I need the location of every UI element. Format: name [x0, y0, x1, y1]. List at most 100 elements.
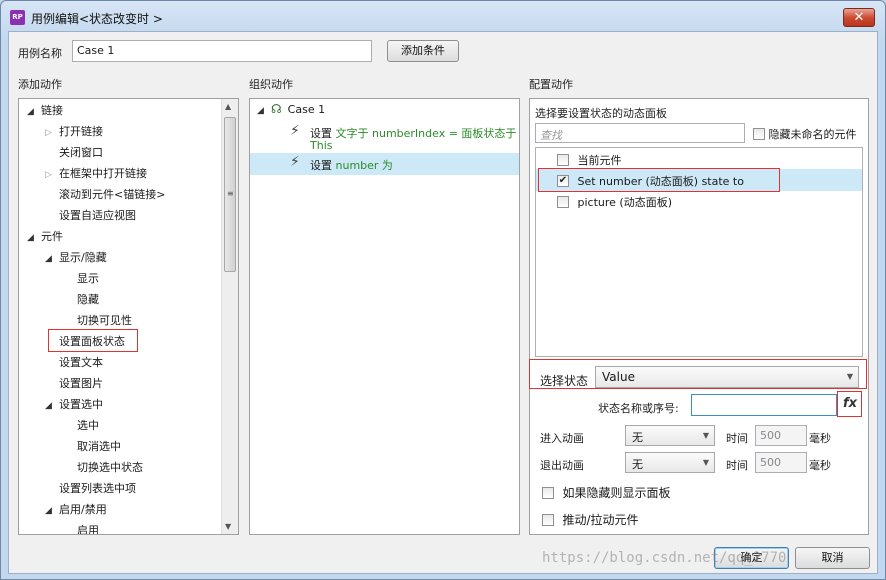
push-pull-option[interactable]: 推动/拉动元件: [542, 511, 639, 528]
case-name-input[interactable]: Case 1: [72, 40, 372, 62]
highlight-selected-widget: [538, 168, 780, 192]
chevron-down-icon: ▼: [702, 458, 709, 467]
action-row-selected[interactable]: ⚡ 设置 number 为: [250, 153, 519, 175]
tree-item[interactable]: ◢ 显示/隐藏: [45, 247, 107, 268]
case-icon: ☊: [271, 102, 282, 116]
tree-item-label: 切换选中状态: [77, 461, 143, 474]
tree-item-label: 设置自适应视图: [59, 209, 136, 222]
axure-app-icon: RP: [10, 10, 25, 25]
tree-item[interactable]: ◢ 设置选中: [45, 394, 103, 415]
show-if-hidden-label: 如果隐藏则显示面板: [562, 486, 671, 500]
tree-item[interactable]: 启用: [63, 520, 99, 535]
state-name-label: 状态名称或序号:: [598, 402, 679, 415]
panel-select-label: 选择要设置状态的动态面板: [535, 107, 667, 120]
search-input[interactable]: 查找: [535, 123, 745, 143]
tree-item[interactable]: 隐藏: [63, 289, 99, 310]
tree-item-label: 设置图片: [59, 377, 103, 390]
tree-item-label: 切换可见性: [77, 314, 132, 327]
tree-item-label: 在框架中打开链接: [59, 167, 147, 180]
tree-item[interactable]: 设置图片: [45, 373, 103, 394]
enter-anim-value: 无: [632, 431, 643, 444]
tree-item[interactable]: ◢ 启用/禁用: [45, 499, 107, 520]
exit-anim-value: 无: [632, 458, 643, 471]
expand-icon[interactable]: ▷: [45, 123, 59, 144]
exit-anim-dropdown[interactable]: 无 ▼: [625, 452, 715, 473]
organize-actions-panel: ◢ ☊ Case 1 ⚡ 设置 文字于 numberIndex = 面板状态于 Th…: [249, 98, 520, 535]
tree-item[interactable]: 滚动到元件<锚链接>: [45, 184, 165, 205]
tree-item-label: 元件: [41, 230, 63, 243]
enter-anim-dropdown[interactable]: 无 ▼: [625, 425, 715, 446]
widget-checkbox[interactable]: [557, 196, 569, 208]
tree-item-label: 启用/禁用: [59, 503, 107, 516]
tree-item[interactable]: ◢ 元件: [27, 226, 63, 247]
action-detail-line2: This: [310, 139, 333, 152]
tree-item[interactable]: 设置文本: [45, 352, 103, 373]
tree-item[interactable]: 设置列表选中项: [45, 478, 136, 499]
widget-item[interactable]: 当前元件: [557, 152, 622, 168]
tree-item[interactable]: 切换选中状态: [63, 457, 143, 478]
collapse-icon[interactable]: ◢: [45, 249, 59, 270]
collapse-icon[interactable]: ◢: [45, 396, 59, 417]
hide-unnamed-label: 隐藏未命名的元件: [768, 128, 857, 141]
action-detail: 文字于 numberIndex = 面板状态于: [335, 127, 517, 140]
organize-actions-heading: 组织动作: [249, 78, 293, 91]
config-actions-heading: 配置动作: [529, 78, 573, 91]
action-detail: number 为: [335, 159, 393, 172]
lightning-icon: ⚡: [290, 154, 300, 170]
case-row[interactable]: ◢ ☊ Case 1: [257, 99, 325, 120]
exit-anim-label: 退出动画: [540, 459, 584, 472]
tree-item-label: 启用: [77, 524, 99, 535]
scroll-up-icon[interactable]: ▲: [225, 102, 231, 111]
tree-item[interactable]: 设置自适应视图: [45, 205, 136, 226]
tree-scrollbar[interactable]: ▲ ≡ ▼: [221, 99, 238, 534]
widget-item[interactable]: picture (动态面板): [557, 194, 672, 210]
tree-item[interactable]: 取消选中: [63, 436, 121, 457]
widget-label: 当前元件: [577, 154, 622, 167]
state-name-input[interactable]: [691, 394, 837, 416]
tree-item-label: 设置文本: [59, 356, 103, 369]
collapse-icon[interactable]: ◢: [27, 228, 41, 249]
expand-icon[interactable]: ▷: [45, 165, 59, 186]
tree-item[interactable]: 显示: [63, 268, 99, 289]
tree-item[interactable]: ◢ 链接: [27, 100, 63, 121]
tree-item-label: 隐藏: [77, 293, 99, 306]
tree-item[interactable]: 选中: [63, 415, 99, 436]
tree-item-label: 关闭窗口: [59, 146, 103, 159]
exit-time-input[interactable]: 500: [755, 452, 807, 473]
add-actions-heading: 添加动作: [18, 78, 62, 91]
hide-unnamed-option[interactable]: 隐藏未命名的元件: [753, 126, 857, 142]
title-bar: RP 用例编辑<状态改变时 > ✕: [1, 1, 885, 33]
scroll-down-icon[interactable]: ▼: [225, 522, 231, 531]
tree-item[interactable]: ▷ 打开链接: [45, 121, 103, 142]
grip-icon: ≡: [227, 189, 234, 198]
tree-item-label: 设置选中: [59, 398, 103, 411]
watermark-text: https://blog.csdn.net/qq_2770: [542, 550, 787, 566]
collapse-icon[interactable]: ◢: [27, 102, 41, 123]
tree-item[interactable]: ▷ 在框架中打开链接: [45, 163, 147, 184]
show-if-hidden-option[interactable]: 如果隐藏则显示面板: [542, 484, 671, 501]
widget-label: picture (动态面板): [577, 196, 673, 209]
enter-time-input[interactable]: 500: [755, 425, 807, 446]
tree-item[interactable]: 关闭窗口: [45, 142, 103, 163]
tree-item-label: 选中: [77, 419, 99, 432]
push-pull-checkbox[interactable]: [542, 513, 554, 526]
tree-item[interactable]: 切换可见性: [63, 310, 132, 331]
cancel-button[interactable]: 取消: [795, 547, 870, 569]
enter-ms-label: 毫秒: [809, 432, 831, 445]
collapse-icon[interactable]: ◢: [45, 501, 59, 522]
close-button[interactable]: ✕: [843, 8, 875, 27]
hide-unnamed-checkbox[interactable]: [753, 128, 765, 140]
case-label: Case 1: [287, 103, 326, 116]
config-actions-panel: 选择要设置状态的动态面板 查找 隐藏未命名的元件 当前元件 ✔ Set numb…: [529, 98, 869, 535]
add-condition-button[interactable]: 添加条件: [387, 40, 459, 62]
dialog-window: RP 用例编辑<状态改变时 > ✕ 用例名称 Case 1 添加条件 添加动作 …: [0, 0, 886, 580]
exit-ms-label: 毫秒: [809, 459, 831, 472]
enter-anim-label: 进入动画: [540, 432, 584, 445]
widget-checkbox[interactable]: [557, 154, 569, 166]
tree-item-label: 滚动到元件<锚链接>: [59, 188, 166, 201]
action-row[interactable]: ⚡ 设置 文字于 numberIndex = 面板状态于 This: [250, 121, 519, 153]
show-if-hidden-checkbox[interactable]: [542, 486, 554, 499]
highlight-fx: [837, 391, 862, 417]
chevron-down-icon: ▼: [702, 431, 709, 440]
dialog-body: 用例名称 Case 1 添加条件 添加动作 组织动作 配置动作 ◢ 链接 ▷ 打开链接…: [8, 31, 878, 574]
